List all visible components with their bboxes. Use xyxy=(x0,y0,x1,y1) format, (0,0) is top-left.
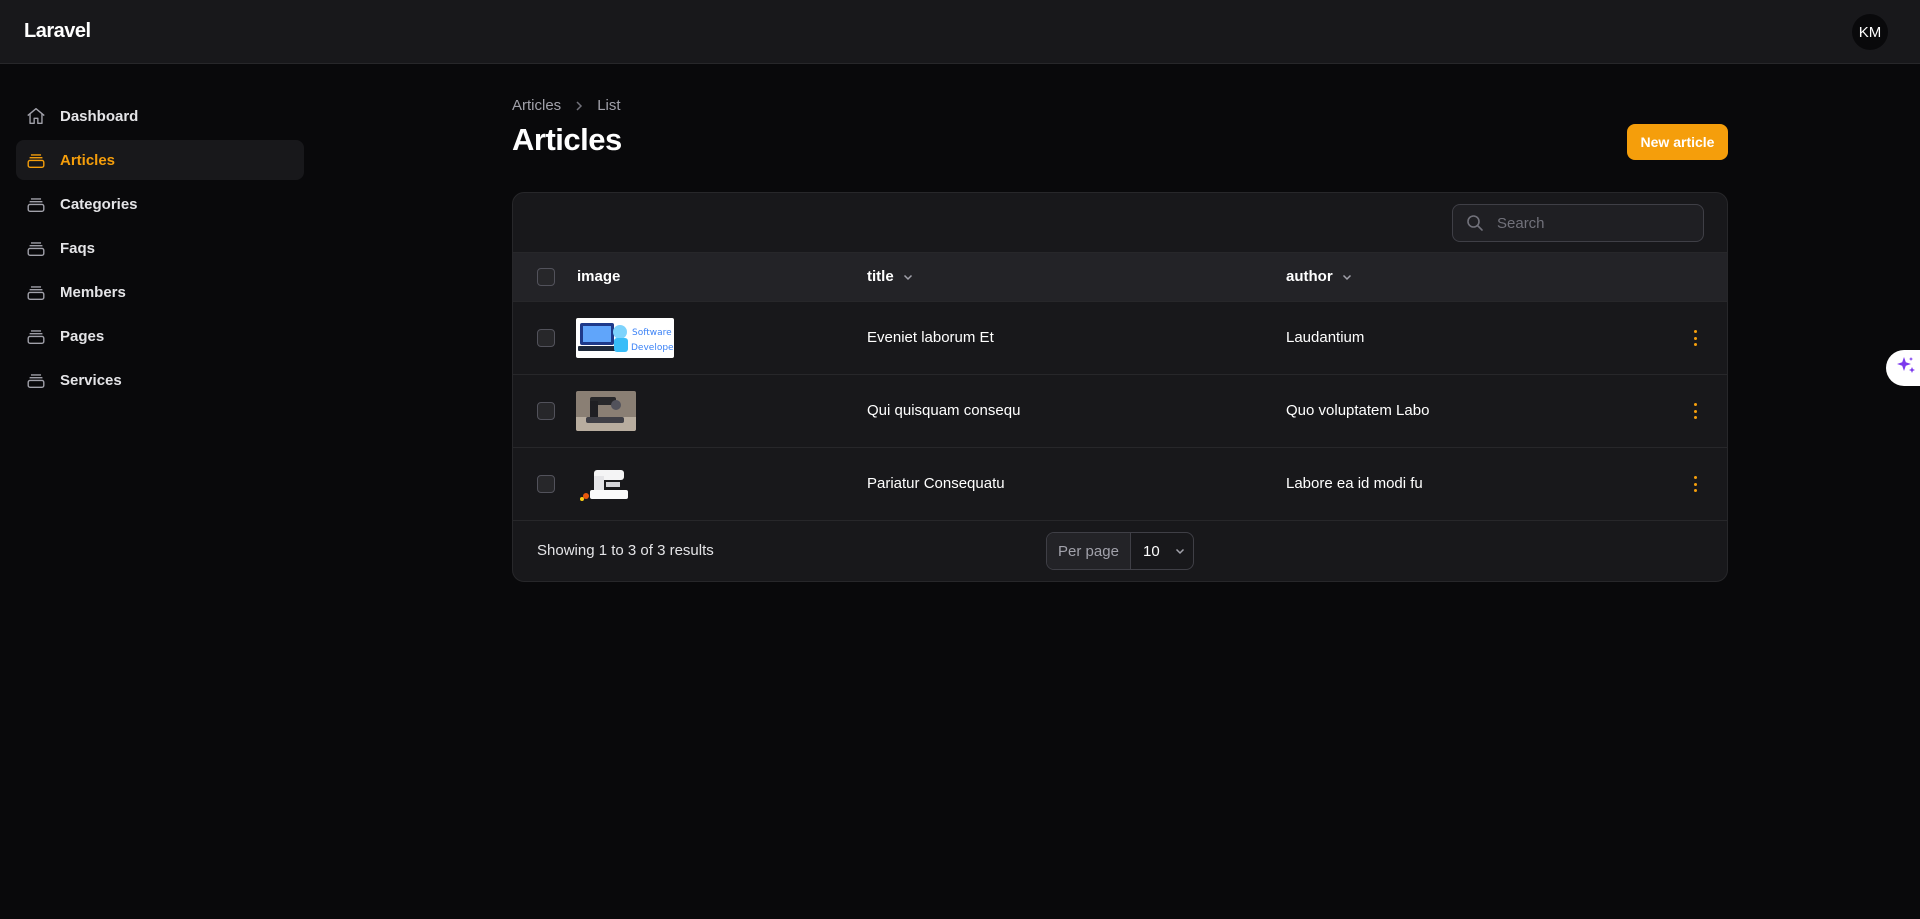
home-icon xyxy=(24,104,48,128)
column-header-author[interactable]: author xyxy=(1286,268,1353,285)
column-header-title[interactable]: title xyxy=(867,268,914,285)
stack-icon xyxy=(24,148,48,172)
sidebar: Dashboard Articles Categories Faqs Membe… xyxy=(16,96,304,404)
ai-assistant-button[interactable] xyxy=(1886,350,1920,386)
sidebar-item-pages[interactable]: Pages xyxy=(16,316,304,356)
svg-text:Software: Software xyxy=(632,328,672,338)
sidebar-item-services[interactable]: Services xyxy=(16,360,304,400)
article-title: Eveniet laborum Et xyxy=(867,329,994,346)
brand-logo[interactable]: Laravel xyxy=(24,20,91,43)
sidebar-item-label: Members xyxy=(60,283,126,301)
row-actions-menu[interactable] xyxy=(1691,474,1699,494)
page-title: Articles xyxy=(512,122,622,157)
table-row[interactable]: Software Developer Eveniet laborum Et La… xyxy=(513,302,1727,375)
sewing-machine-thumbnail xyxy=(576,464,636,504)
new-article-button[interactable]: New article xyxy=(1627,124,1728,160)
search-icon xyxy=(1465,213,1485,233)
chevron-right-icon xyxy=(573,100,585,112)
table-header: image title author xyxy=(513,253,1727,302)
article-author: Quo voluptatem Labo xyxy=(1286,402,1430,419)
sidebar-item-label: Dashboard xyxy=(60,107,139,125)
column-header-image: image xyxy=(577,268,621,285)
sidebar-item-label: Services xyxy=(60,371,122,389)
select-all-checkbox[interactable] xyxy=(537,268,555,286)
row-actions-menu[interactable] xyxy=(1691,328,1699,348)
table-row[interactable]: Pariatur Consequatu Labore ea id modi fu xyxy=(513,448,1727,521)
user-avatar[interactable]: KM xyxy=(1852,14,1888,50)
sidebar-item-articles[interactable]: Articles xyxy=(16,140,304,180)
software-developer-thumbnail: Software Developer xyxy=(576,318,674,358)
sidebar-item-faqs[interactable]: Faqs xyxy=(16,228,304,268)
sparkle-icon xyxy=(1894,354,1918,383)
row-actions-menu[interactable] xyxy=(1691,401,1699,421)
per-page-label: Per page xyxy=(1047,533,1131,569)
stack-icon xyxy=(24,280,48,304)
chevron-down-icon xyxy=(1341,271,1353,283)
stack-icon xyxy=(24,192,48,216)
sidebar-item-label: Pages xyxy=(60,327,105,345)
sidebar-item-label: Articles xyxy=(60,151,116,169)
breadcrumb: Articles List xyxy=(512,97,621,114)
top-bar: Laravel KM xyxy=(0,0,1920,64)
results-summary: Showing 1 to 3 of 3 results xyxy=(537,542,714,559)
stack-icon xyxy=(24,236,48,260)
chevron-down-icon xyxy=(902,271,914,283)
search-field[interactable] xyxy=(1452,204,1704,242)
svg-text:Developer: Developer xyxy=(631,343,674,353)
table-toolbar xyxy=(513,193,1727,253)
breadcrumb-articles-link[interactable]: Articles xyxy=(512,97,561,114)
chevron-down-icon xyxy=(1174,545,1186,557)
table-footer: Showing 1 to 3 of 3 results Per page 10 xyxy=(513,521,1727,580)
sidebar-item-label: Categories xyxy=(60,195,138,213)
stack-icon xyxy=(24,324,48,348)
row-checkbox[interactable] xyxy=(537,329,555,347)
stack-icon xyxy=(24,368,48,392)
row-checkbox[interactable] xyxy=(537,475,555,493)
sewing-machine-photo-thumbnail xyxy=(576,391,636,431)
per-page-dropdown[interactable]: 10 xyxy=(1131,533,1193,569)
table-row[interactable]: Qui quisquam consequ Quo voluptatem Labo xyxy=(513,375,1727,448)
sidebar-item-label: Faqs xyxy=(60,239,96,257)
sidebar-item-categories[interactable]: Categories xyxy=(16,184,304,224)
article-author: Laudantium xyxy=(1286,329,1365,346)
search-input[interactable] xyxy=(1497,214,1687,232)
sidebar-item-members[interactable]: Members xyxy=(16,272,304,312)
row-checkbox[interactable] xyxy=(537,402,555,420)
sidebar-item-dashboard[interactable]: Dashboard xyxy=(16,96,304,136)
column-header-label: author xyxy=(1286,268,1333,285)
article-title: Pariatur Consequatu xyxy=(867,475,1005,492)
column-header-label: title xyxy=(867,268,894,285)
breadcrumb-current: List xyxy=(597,97,621,114)
article-title: Qui quisquam consequ xyxy=(867,402,1021,419)
article-author: Labore ea id modi fu xyxy=(1286,475,1423,492)
articles-table: image title author Software xyxy=(512,192,1728,582)
per-page-select[interactable]: Per page 10 xyxy=(1046,532,1194,570)
per-page-value: 10 xyxy=(1143,542,1160,560)
